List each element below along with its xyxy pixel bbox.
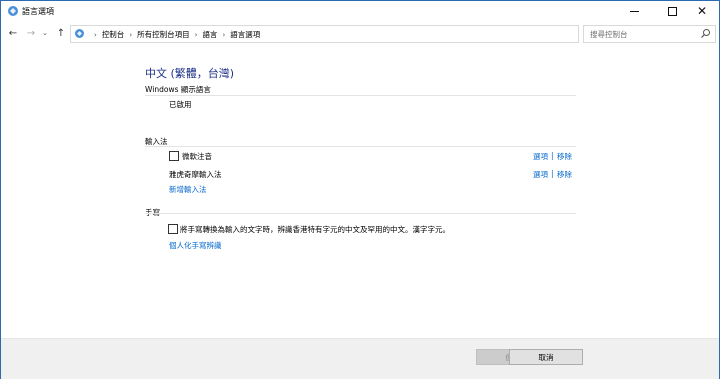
link-separator: | xyxy=(551,151,554,160)
input-method-name: 雅虎奇摩輸入法 xyxy=(169,170,222,179)
divider xyxy=(145,146,576,147)
forward-button[interactable]: → xyxy=(23,26,39,40)
personalize-handwriting-link[interactable]: 個人化手寫辨識 xyxy=(169,240,222,251)
maximize-icon xyxy=(667,6,677,16)
back-button[interactable]: ← xyxy=(5,26,21,40)
link-separator: | xyxy=(551,169,554,178)
close-button[interactable]: ✕ xyxy=(685,1,719,21)
minimize-icon xyxy=(629,11,639,12)
display-language-status: 已啟用 xyxy=(169,100,192,109)
divider xyxy=(145,95,576,96)
control-panel-icon xyxy=(8,6,18,16)
breadcrumb-language[interactable]: 語言 xyxy=(202,29,217,40)
search-icon xyxy=(701,29,710,38)
up-arrow-icon: ↑ xyxy=(56,27,66,39)
handwriting-checkbox[interactable] xyxy=(168,224,178,234)
chevron-right-icon: › xyxy=(194,30,198,39)
handwriting-checkbox-label: 將手寫轉換為輸入的文字時，辨識香港特有字元的中文及罕用的中文。漢字字元。 xyxy=(180,225,450,234)
control-panel-icon xyxy=(75,29,84,38)
input-method-options-link[interactable]: 選項 xyxy=(533,151,548,162)
breadcrumb-all-items[interactable]: 所有控制台項目 xyxy=(137,29,190,40)
search-placeholder: 搜尋控制台 xyxy=(590,30,628,39)
back-arrow-icon: ← xyxy=(8,27,18,39)
chevron-right-icon: › xyxy=(94,30,97,39)
display-language-label: Windows 顯示語言 xyxy=(145,85,211,94)
chevron-down-icon: ⌄ xyxy=(42,29,48,37)
up-button[interactable]: ↑ xyxy=(54,26,68,40)
close-icon: ✕ xyxy=(696,4,708,18)
search-input[interactable]: 搜尋控制台 xyxy=(583,25,716,43)
minimize-button[interactable] xyxy=(617,1,651,21)
address-bar[interactable]: › 控制台 › 所有控制台項目 › 語言 › 語言選項 ⌄ ↻ xyxy=(70,25,644,43)
breadcrumb: › 控制台 › 所有控制台項目 › 語言 › 語言選項 xyxy=(89,29,260,40)
input-method-options-link[interactable]: 選項 xyxy=(533,169,548,180)
main-content: 中文 (繁體，台灣) Windows 顯示語言 已啟用 輸入法 微軟注音 選項 … xyxy=(1,47,719,337)
cancel-button[interactable]: 取消 xyxy=(509,349,583,365)
recent-locations-button[interactable]: ⌄ xyxy=(40,26,50,40)
input-method-name: 微軟注音 xyxy=(182,152,212,161)
chevron-right-icon: › xyxy=(129,30,133,39)
divider xyxy=(145,213,576,214)
page-title: 中文 (繁體，台灣) xyxy=(145,67,235,80)
language-options-window: 語言選項 ✕ ← → ⌄ ↑ › 控制台 › 所有控制台項目 › 語言 › 語言… xyxy=(0,0,720,379)
chevron-right-icon: › xyxy=(222,30,226,39)
navigation-bar: ← → ⌄ ↑ › 控制台 › 所有控制台項目 › 語言 › 語言選項 ⌄ ↻ … xyxy=(1,23,719,45)
forward-arrow-icon: → xyxy=(26,27,36,39)
ime-icon xyxy=(169,151,179,161)
title-bar: 語言選項 ✕ xyxy=(1,1,719,21)
window-title: 語言選項 xyxy=(22,7,54,16)
input-method-remove-link[interactable]: 移除 xyxy=(557,151,572,162)
add-input-method-link[interactable]: 新增輸入法 xyxy=(169,184,207,195)
maximize-button[interactable] xyxy=(655,1,689,21)
breadcrumb-language-options[interactable]: 語言選項 xyxy=(230,29,260,40)
footer-bar: 儲存 取消 xyxy=(1,338,719,379)
input-method-remove-link[interactable]: 移除 xyxy=(557,169,572,180)
breadcrumb-control-panel[interactable]: 控制台 xyxy=(102,29,125,40)
